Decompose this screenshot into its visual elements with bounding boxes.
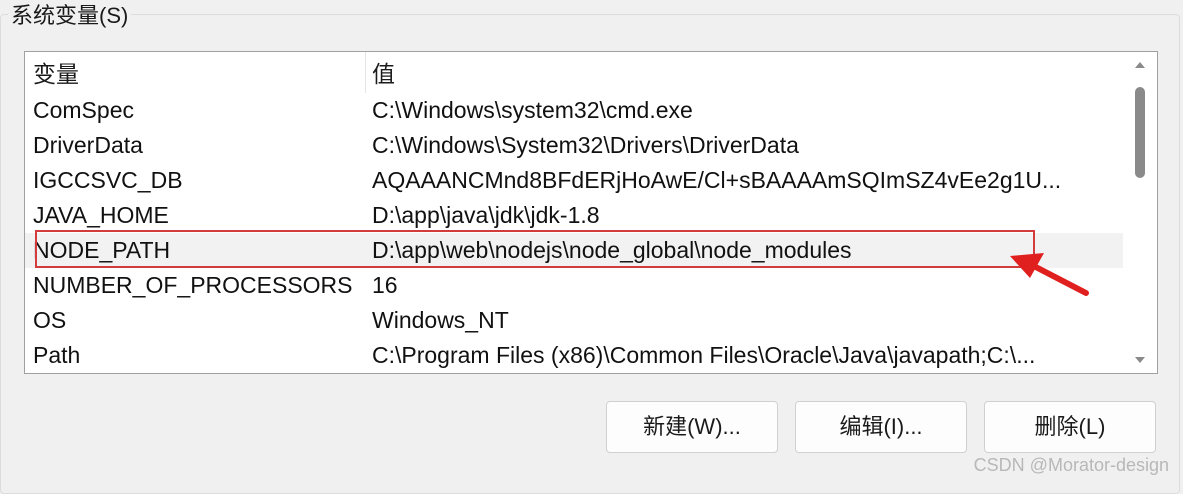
watermark: CSDN @Morator-design [973,455,1169,475]
list-header: 变量 值 [25,52,1125,93]
table-row[interactable]: IGCCSVC_DB AQAAANCMnd8BFdERjHoAwE/Cl+sBA… [25,163,1125,198]
row-variable-name: OS [33,307,67,333]
chevron-up-icon[interactable] [1135,62,1145,68]
column-header-value[interactable]: 值 [372,60,395,88]
table-row[interactable]: Path C:\Program Files (x86)\Common Files… [25,338,1125,373]
row-variable-name: IGCCSVC_DB [33,167,183,193]
row-variable-value: D:\app\java\jdk\jdk-1.8 [372,202,600,228]
table-row[interactable]: ComSpec C:\Windows\system32\cmd.exe [25,93,1125,128]
column-divider[interactable] [365,52,366,93]
scrollbar-thumb[interactable] [1135,87,1145,178]
row-variable-name: Path [33,342,81,368]
chevron-down-icon[interactable] [1135,357,1145,363]
table-row[interactable]: DriverData C:\Windows\System32\Drivers\D… [25,128,1125,163]
column-header-variable[interactable]: 变量 [33,60,79,88]
row-variable-value: C:\Windows\system32\cmd.exe [372,97,693,123]
row-variable-value: AQAAANCMnd8BFdERjHoAwE/Cl+sBAAAAmSQImSZ4… [372,167,1062,193]
table-row[interactable]: JAVA_HOME D:\app\java\jdk\jdk-1.8 [25,198,1125,233]
row-variable-value: C:\Windows\System32\Drivers\DriverData [372,132,799,158]
table-row[interactable]: NUMBER_OF_PROCESSORS 16 [25,268,1125,303]
new-button[interactable]: 新建(W)... [606,401,778,453]
edit-button[interactable]: 编辑(I)... [795,401,967,453]
row-variable-name: DriverData [33,132,143,158]
row-variable-name: NUMBER_OF_PROCESSORS [33,272,353,298]
row-variable-value: C:\Program Files (x86)\Common Files\Orac… [372,342,1036,368]
vertical-scrollbar[interactable] [1123,52,1157,373]
group-title: 系统变量(S) [8,2,132,30]
row-variable-name: ComSpec [33,97,134,123]
system-variables-list[interactable]: 变量 值 ComSpec C:\Windows\system32\cmd.exe… [24,51,1158,374]
annotation-highlight-box [35,230,1035,268]
table-row[interactable]: OS Windows_NT [25,303,1125,338]
delete-button[interactable]: 删除(L) [984,401,1156,453]
row-variable-name: JAVA_HOME [33,202,169,228]
red-arrow-icon [1010,253,1089,296]
